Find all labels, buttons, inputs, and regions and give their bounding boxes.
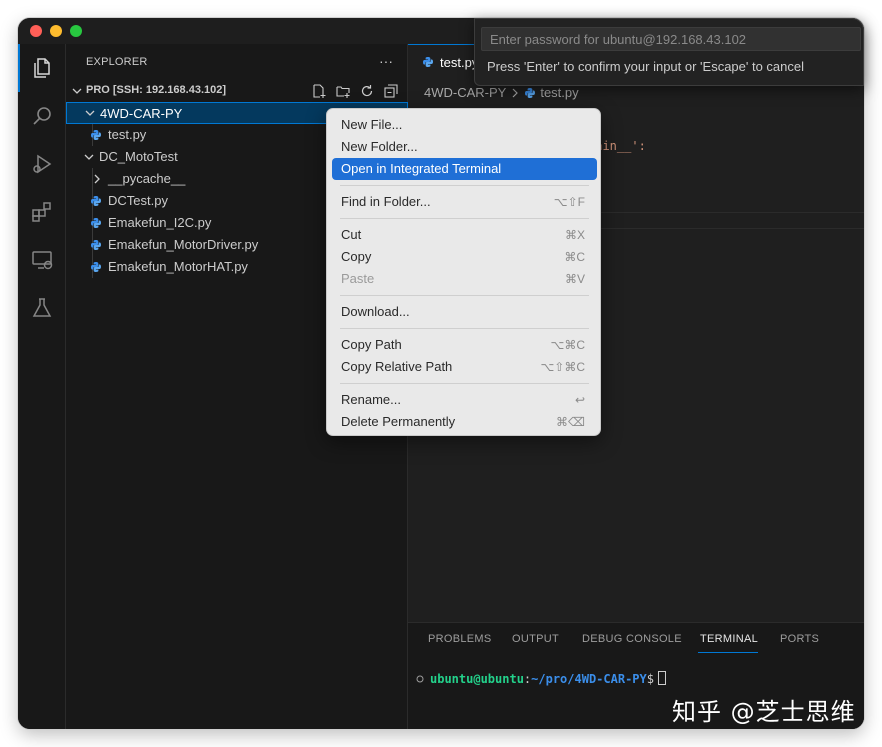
chevron-right-icon (512, 88, 519, 97)
menu-separator (340, 328, 589, 329)
more-actions-icon[interactable]: ··· (379, 53, 393, 69)
tab-label: test.py (440, 55, 479, 70)
menu-item-label: Find in Folder... (341, 194, 431, 209)
menu-item-rename[interactable]: Rename... ↩ (332, 389, 597, 411)
menu-item-shortcut: ⌥⇧F (553, 195, 585, 209)
chevron-down-icon (84, 154, 94, 160)
menu-item-find-in-folder[interactable]: Find in Folder... ⌥⇧F (332, 191, 597, 213)
python-file-icon (91, 218, 101, 228)
python-file-icon (91, 196, 101, 206)
menu-item-shortcut: ↩ (574, 393, 585, 407)
explorer-icon[interactable] (18, 44, 66, 92)
menu-separator (340, 185, 589, 186)
chevron-down-icon (72, 88, 82, 94)
workspace-section-label: PRO [SSH: 192.168.43.102] (86, 84, 227, 96)
chevron-right-icon (94, 174, 100, 184)
menu-item-label: New File... (341, 117, 403, 132)
refresh-icon[interactable] (358, 82, 376, 100)
menu-item-label: Copy Path (341, 337, 402, 352)
breadcrumb-file[interactable]: test.py (540, 85, 578, 100)
tab-debug-console[interactable]: DEBUG CONSOLE (582, 633, 682, 645)
tree-label: DCTest.py (108, 193, 168, 208)
menu-item-label: Download... (341, 304, 410, 319)
terminal-prompt: $ (646, 672, 654, 686)
watermark: 知乎 @芝士思维 (672, 698, 856, 726)
section-actions (310, 82, 400, 100)
tab-ports[interactable]: PORTS (780, 633, 819, 645)
circle-icon (416, 675, 424, 683)
terminal-prompt-line[interactable]: ubuntu@ubuntu:~/pro/4WD-CAR-PY$ (416, 671, 666, 686)
password-input[interactable] (481, 27, 861, 51)
menu-item-cut[interactable]: Cut ⌘X (332, 224, 597, 246)
menu-item-shortcut: ⌘X (564, 228, 585, 242)
menu-item-shortcut: ⌘⌫ (556, 415, 585, 429)
python-file-icon (423, 57, 433, 67)
menu-item-delete-permanently[interactable]: Delete Permanently ⌘⌫ (332, 411, 597, 433)
menu-item-label: Rename... (341, 392, 401, 407)
explorer-context-menu: New File... New Folder... Open in Integr… (326, 108, 601, 436)
python-file-icon (91, 262, 101, 272)
menu-item-copy-path[interactable]: Copy Path ⌥⌘C (332, 334, 597, 356)
tree-label: 4WD-CAR-PY (100, 106, 183, 121)
tree-label: test.py (108, 127, 147, 142)
python-file-icon (525, 87, 536, 98)
terminal-user-host: ubuntu@ubuntu (430, 672, 524, 686)
menu-separator (340, 218, 589, 219)
tree-label: Emakefun_MotorHAT.py (108, 259, 248, 274)
breadcrumb-folder[interactable]: 4WD-CAR-PY (424, 85, 506, 100)
maximize-window-button[interactable] (70, 25, 82, 37)
tab-terminal[interactable]: TERMINAL (700, 633, 758, 645)
explorer-title: EXPLORER (86, 56, 148, 68)
menu-separator (340, 295, 589, 296)
minimize-window-button[interactable] (50, 25, 62, 37)
tree-label: Emakefun_I2C.py (108, 215, 212, 230)
terminal-path: ~/pro/4WD-CAR-PY (531, 672, 647, 686)
menu-item-open-in-integrated-terminal[interactable]: Open in Integrated Terminal (332, 158, 597, 180)
python-file-icon (91, 130, 101, 140)
menu-item-copy[interactable]: Copy ⌘C (332, 246, 597, 268)
new-file-icon[interactable] (310, 82, 328, 100)
tab-problems[interactable]: PROBLEMS (428, 633, 492, 645)
new-folder-icon[interactable] (334, 82, 352, 100)
collapse-all-icon[interactable] (382, 82, 400, 100)
menu-item-label: Copy (341, 249, 372, 264)
search-icon[interactable] (18, 92, 66, 140)
menu-item-copy-relative-path[interactable]: Copy Relative Path ⌥⇧⌘C (332, 356, 597, 378)
terminal-cursor (657, 671, 666, 685)
chevron-down-icon (85, 110, 95, 116)
run-debug-icon[interactable] (18, 140, 66, 188)
tab-output[interactable]: OUTPUT (512, 633, 559, 645)
menu-item-label: Open in Integrated Terminal (341, 161, 502, 176)
activity-bar (18, 44, 66, 729)
close-window-button[interactable] (30, 25, 42, 37)
menu-item-label: Paste (341, 271, 375, 286)
menu-item-shortcut: ⌥⌘C (550, 338, 586, 352)
remote-explorer-icon[interactable] (18, 236, 66, 284)
menu-item-shortcut: ⌥⇧⌘C (540, 360, 585, 374)
testing-icon[interactable] (18, 284, 66, 332)
password-quick-input: Press 'Enter' to confirm your input or '… (474, 18, 864, 86)
menu-item-label: Cut (341, 227, 362, 242)
tree-label: Emakefun_MotorDriver.py (108, 237, 259, 252)
python-file-icon (91, 240, 101, 250)
menu-item-paste: Paste ⌘V (332, 268, 597, 290)
menu-item-new-file[interactable]: New File... (332, 114, 597, 136)
breadcrumb: 4WD-CAR-PY test.py (424, 85, 579, 100)
tree-label: DC_MotoTest (99, 149, 178, 164)
tree-label: __pycache__ (108, 171, 186, 186)
menu-item-download[interactable]: Download... (332, 301, 597, 323)
menu-item-new-folder[interactable]: New Folder... (332, 136, 597, 158)
quick-input-message: Press 'Enter' to confirm your input or '… (487, 59, 805, 74)
menu-item-label: Delete Permanently (341, 414, 456, 429)
menu-item-shortcut: ⌘C (564, 250, 585, 264)
menu-item-label: New Folder... (341, 139, 418, 154)
menu-item-label: Copy Relative Path (341, 359, 453, 374)
extensions-icon[interactable] (18, 188, 66, 236)
workspace-section-header[interactable]: PRO [SSH: 192.168.43.102] (66, 80, 408, 102)
menu-item-shortcut: ⌘V (564, 272, 585, 286)
active-tab-indicator (698, 652, 758, 653)
menu-separator (340, 383, 589, 384)
